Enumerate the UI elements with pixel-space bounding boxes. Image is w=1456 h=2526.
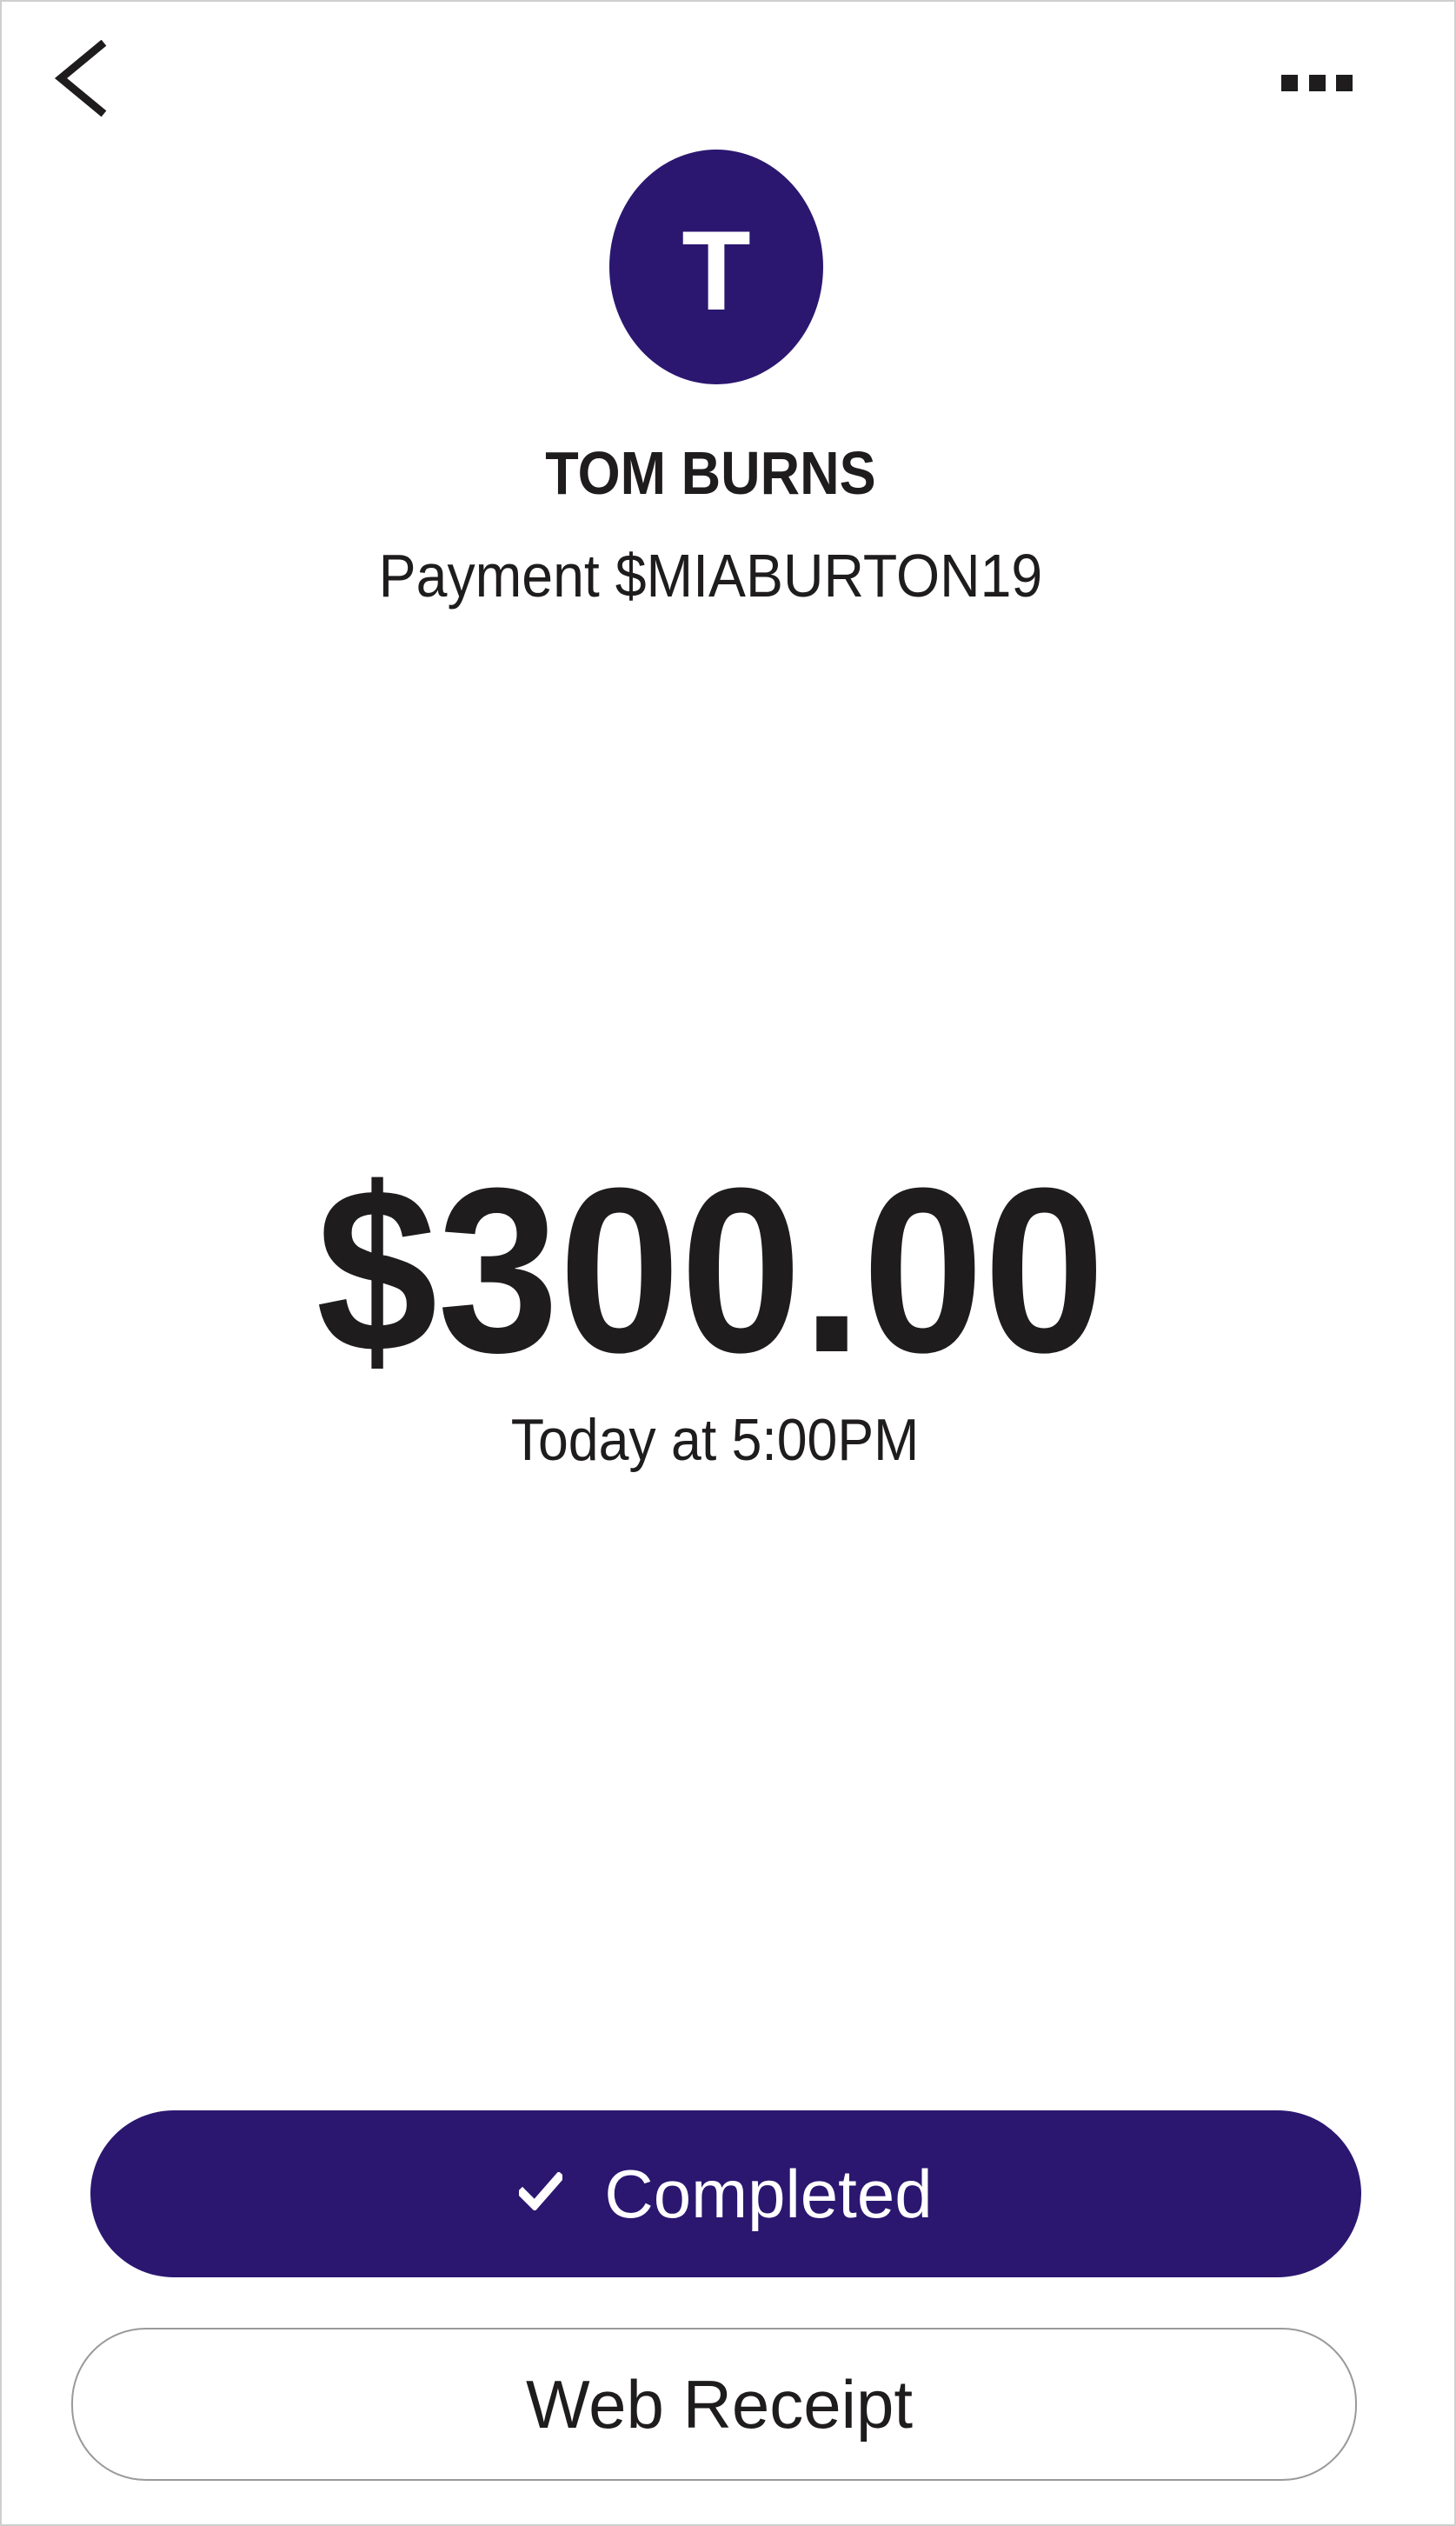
completed-status-button[interactable]: Completed <box>90 2110 1361 2277</box>
payment-detail-screen: T TOM BURNS Payment $MIABURTON19 $300.00… <box>0 0 1456 2526</box>
more-horizontal-icon <box>1281 74 1298 91</box>
chevron-left-icon <box>54 40 107 117</box>
web-receipt-button[interactable]: Web Receipt <box>71 2328 1357 2481</box>
more-options-button[interactable] <box>1281 70 1353 96</box>
payment-amount: $300.00 <box>316 1140 1106 1402</box>
web-receipt-label: Web Receipt <box>525 2366 914 2443</box>
payment-timestamp: Today at 5:00PM <box>510 1407 920 1473</box>
more-dot <box>1336 74 1353 91</box>
check-icon <box>519 2172 563 2210</box>
more-dot <box>1308 74 1326 91</box>
payee-name: TOM BURNS <box>545 439 876 507</box>
payment-description: Payment $MIABURTON19 <box>378 542 1043 610</box>
back-button[interactable] <box>52 40 113 118</box>
avatar-initial: T <box>681 207 751 334</box>
avatar: T <box>609 150 823 384</box>
status-label: Completed <box>604 2156 933 2232</box>
